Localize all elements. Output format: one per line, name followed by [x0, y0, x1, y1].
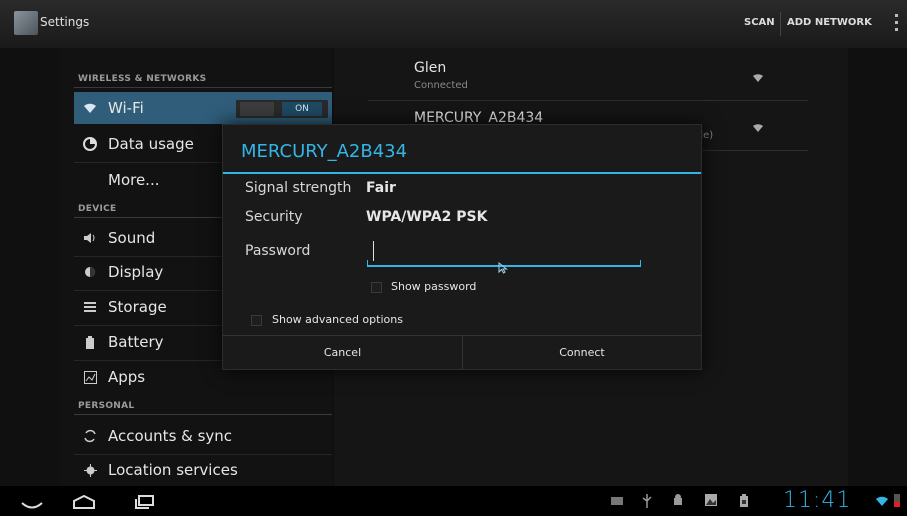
wifi-signal-locked-icon — [752, 118, 764, 137]
brightness-icon — [82, 264, 98, 280]
back-icon[interactable] — [20, 496, 44, 515]
spacer-icon — [82, 172, 98, 188]
mouse-pointer-icon — [498, 261, 508, 277]
location-icon — [82, 462, 98, 478]
home-icon[interactable] — [72, 494, 96, 513]
show-password-checkbox[interactable] — [371, 282, 382, 293]
section-header-device: DEVICE — [78, 204, 117, 214]
battery-icon — [82, 334, 98, 350]
sidebar-item-label: Storage — [108, 298, 167, 316]
battery-low-icon — [894, 493, 900, 511]
network-name: Glen — [414, 60, 447, 76]
sidebar-item-label: Location services — [108, 461, 238, 479]
toggle-on-label: ON — [282, 102, 322, 116]
dialog-title-rule — [223, 172, 701, 174]
security-value: WPA/WPA2 PSK — [366, 209, 488, 225]
data-usage-icon — [82, 136, 98, 152]
wifi-connect-dialog: MERCURY_A2B434 Signal strength Fair Secu… — [222, 124, 702, 370]
sidebar-item-wifi[interactable]: Wi-Fi ON — [74, 92, 332, 124]
android-debug-icon — [672, 494, 684, 512]
sidebar-item-label: Sound — [108, 229, 156, 247]
section-rule — [74, 414, 332, 415]
speaker-icon — [82, 230, 98, 246]
network-status: Connected — [414, 80, 468, 91]
wifi-toggle[interactable]: ON — [236, 100, 328, 118]
sd-card-icon — [740, 494, 748, 511]
show-advanced-checkbox[interactable] — [251, 315, 262, 326]
add-network-button[interactable]: ADD NETWORK — [787, 17, 872, 28]
sidebar-item-label: Battery — [108, 333, 164, 351]
signal-strength-label: Signal strength — [245, 180, 352, 196]
action-bar: Settings SCAN ADD NETWORK — [0, 0, 907, 49]
recent-apps-icon[interactable] — [135, 494, 155, 513]
sidebar-item-accounts-sync[interactable]: Accounts & sync — [74, 420, 332, 452]
sync-icon — [82, 428, 98, 444]
sidebar-item-location-services[interactable]: Location services — [74, 454, 332, 486]
sidebar-item-label: Data usage — [108, 135, 194, 153]
sidebar-item-label: Wi-Fi — [108, 99, 144, 117]
app-title: Settings — [40, 15, 90, 29]
action-bar-divider — [780, 12, 781, 36]
show-advanced-label[interactable]: Show advanced options — [272, 313, 403, 326]
wifi-icon — [82, 100, 98, 116]
dialog-button-bar: Cancel Connect — [223, 335, 701, 370]
section-header-personal: PERSONAL — [78, 401, 135, 411]
system-navigation-bar: 11:41 — [0, 486, 907, 516]
settings-app-icon[interactable] — [14, 11, 38, 35]
show-password-label[interactable]: Show password — [391, 280, 476, 293]
clock[interactable]: 11:41 — [783, 488, 851, 513]
apps-icon — [82, 369, 98, 385]
text-cursor — [373, 241, 374, 261]
usb-icon — [642, 494, 652, 512]
sidebar-item-label: Apps — [108, 368, 146, 386]
wifi-signal-icon — [752, 68, 764, 87]
dialog-title: MERCURY_A2B434 — [241, 141, 408, 162]
sidebar-item-label: Accounts & sync — [108, 427, 233, 445]
network-divider — [368, 100, 808, 101]
network-row[interactable]: Glen Connected — [394, 52, 794, 96]
cancel-button[interactable]: Cancel — [223, 336, 462, 370]
scan-button[interactable]: SCAN — [744, 17, 775, 28]
connect-button[interactable]: Connect — [463, 336, 701, 370]
toggle-knob — [240, 102, 274, 116]
section-header-wireless: WIRELESS & NETWORKS — [78, 74, 207, 84]
overflow-menu-icon[interactable] — [895, 14, 899, 34]
signal-strength-value: Fair — [366, 180, 396, 196]
wifi-status-icon — [875, 495, 889, 511]
sidebar-item-label: More... — [108, 171, 160, 189]
security-label: Security — [245, 209, 303, 225]
keyboard-icon — [611, 494, 623, 509]
image-notification-icon — [705, 494, 717, 510]
password-label: Password — [245, 243, 311, 259]
sidebar-item-label: Display — [108, 263, 164, 281]
section-rule — [74, 87, 332, 88]
storage-icon — [82, 299, 98, 315]
